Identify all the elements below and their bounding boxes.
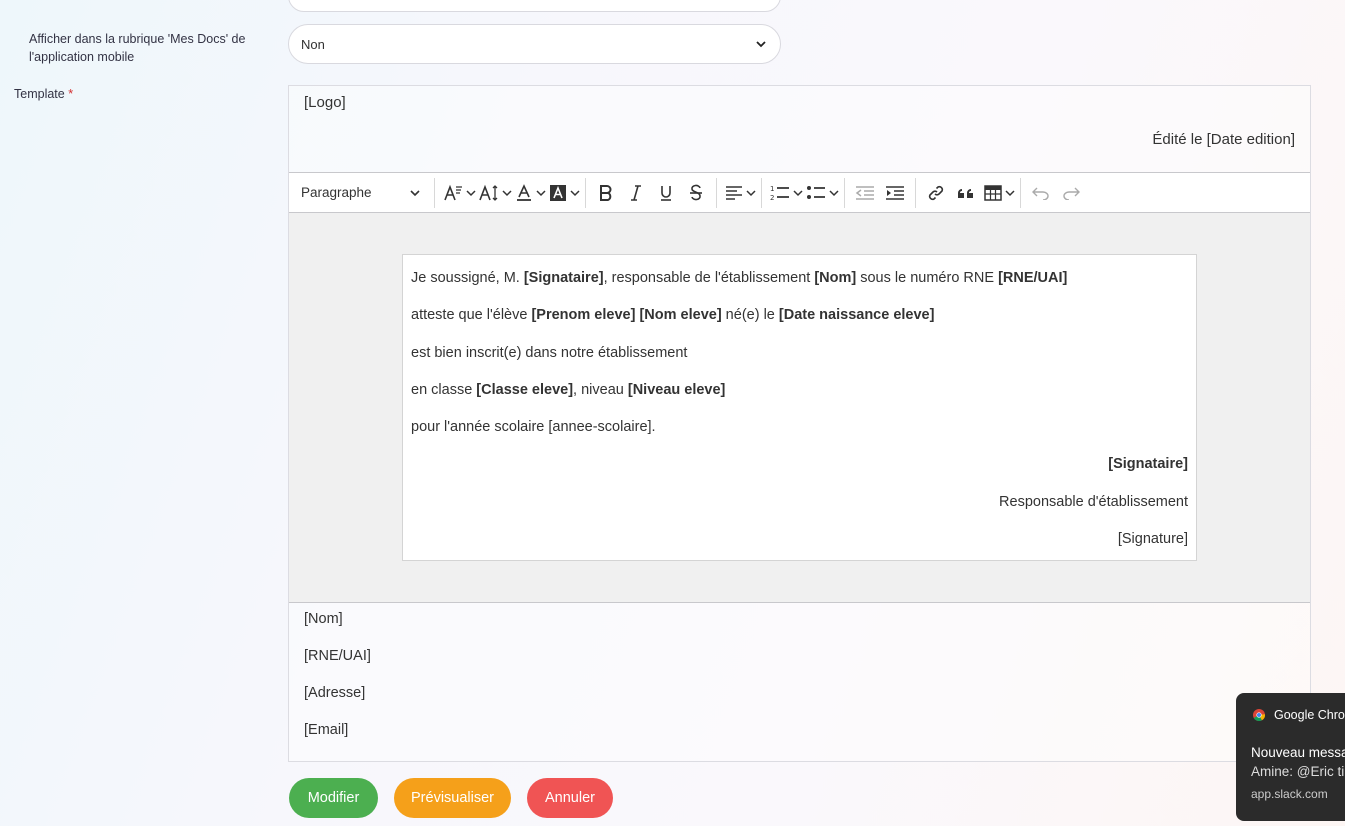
annuler-button[interactable]: Annuler <box>527 778 613 818</box>
template-label: Template * <box>14 87 284 101</box>
underline-button[interactable] <box>651 178 681 208</box>
body-line: en classe [Classe eleve], niveau [Niveau… <box>411 381 726 398</box>
footer-email: [Email] <box>304 722 349 738</box>
mobile-docs-value: Non <box>301 36 325 52</box>
underline-icon <box>661 185 671 201</box>
footer-adresse: [Adresse] <box>304 685 366 701</box>
align-icon <box>726 185 742 200</box>
chevron-down-icon <box>536 189 546 196</box>
header-logo-placeholder: [Logo] <box>304 94 346 111</box>
table-button[interactable] <box>981 178 1015 208</box>
strikethrough-icon <box>690 184 702 200</box>
chevron-down-icon <box>502 189 512 196</box>
undo-icon <box>1032 187 1049 200</box>
footer-nom: [Nom] <box>304 611 343 627</box>
text-height-button[interactable] <box>476 178 512 208</box>
chevron-down-icon <box>410 189 420 196</box>
notification-message: Amine: @Eric ti <box>1251 764 1345 779</box>
preview-button[interactable]: Prévisualiser <box>394 778 511 818</box>
font-color-button[interactable] <box>512 178 546 208</box>
chevron-down-icon <box>756 41 766 48</box>
editor-toolbar: Paragraphe 1 2 <box>289 172 1310 213</box>
numbered-list-icon: 12 <box>770 185 789 202</box>
template-header[interactable]: [Logo] Édité le [Date edition] <box>289 86 1310 172</box>
link-icon <box>928 185 944 200</box>
italic-icon <box>631 184 641 201</box>
outdent-icon <box>855 185 874 200</box>
background-color-icon <box>550 184 566 201</box>
body-line: est bien inscrit(e) dans notre établisse… <box>411 344 688 361</box>
body-line: Je soussigné, M. [Signataire], responsab… <box>411 270 1068 286</box>
notification-title: Nouveau message <box>1251 745 1345 760</box>
notification-app: Google Chrome <box>1274 708 1345 722</box>
indent-icon <box>886 185 904 200</box>
chevron-down-icon <box>466 189 476 196</box>
modifier-button[interactable]: Modifier <box>289 778 378 818</box>
chevron-down-icon <box>793 189 803 196</box>
font-size-button[interactable] <box>440 178 476 208</box>
required-mark: * <box>68 87 74 101</box>
paragraph-style-dropdown[interactable]: Paragraphe <box>295 178 429 208</box>
signataire-line: [Signataire] <box>1108 456 1188 473</box>
indent-button[interactable] <box>880 178 910 208</box>
chevron-down-icon <box>746 189 756 196</box>
chevron-down-icon <box>829 189 839 196</box>
quote-icon <box>958 188 973 198</box>
undo-button[interactable] <box>1026 178 1056 208</box>
chevron-down-icon <box>570 189 580 196</box>
quote-button[interactable] <box>951 178 981 208</box>
font-color-icon <box>517 183 531 201</box>
bold-button[interactable] <box>591 178 621 208</box>
font-size-icon <box>444 184 462 200</box>
footer-rne: [RNE/UAI] <box>304 648 371 664</box>
background-color-button[interactable] <box>546 178 580 208</box>
signature-line: [Signature] <box>1117 531 1188 548</box>
table-icon <box>984 184 1002 201</box>
bulleted-list-button[interactable] <box>803 178 839 208</box>
mobile-docs-select[interactable]: Non <box>288 24 781 64</box>
document-page[interactable]: Je soussigné, M. [Signataire], responsab… <box>402 254 1197 561</box>
mobile-docs-label: Afficher dans la rubrique 'Mes Docs' de … <box>29 32 246 64</box>
italic-button[interactable] <box>621 178 651 208</box>
template-label-text: Template <box>14 87 65 101</box>
document-area: Je soussigné, M. [Signataire], responsab… <box>289 213 1310 603</box>
role-line: Responsable d'établissement <box>999 493 1188 510</box>
previous-field[interactable] <box>288 0 781 12</box>
header-date-placeholder: Édité le [Date edition] <box>1152 131 1295 148</box>
redo-icon <box>1063 187 1080 200</box>
bold-icon <box>600 184 612 201</box>
align-button[interactable] <box>722 178 756 208</box>
numbered-list-button[interactable]: 12 <box>767 178 803 208</box>
body-line: pour l'année scolaire [annee-scolaire]. <box>411 419 656 436</box>
chrome-icon <box>1253 709 1265 721</box>
link-button[interactable] <box>921 178 951 208</box>
strikethrough-button[interactable] <box>681 178 711 208</box>
redo-button[interactable] <box>1056 178 1086 208</box>
svg-text:2: 2 <box>770 194 774 202</box>
chevron-down-icon <box>1005 189 1015 196</box>
template-footer[interactable]: [Nom] [RNE/UAI] [Adresse] [Email] <box>289 603 1310 757</box>
chrome-notification[interactable]: Google Chrome Nouveau message Amine: @Er… <box>1236 693 1345 821</box>
paragraph-style-value: Paragraphe <box>301 185 372 200</box>
text-height-icon <box>479 184 498 201</box>
body-line: atteste que l'élève [Prenom eleve] [Nom … <box>411 307 935 324</box>
template-editor: [Logo] Édité le [Date edition] Paragraph… <box>288 85 1311 762</box>
svg-text:1: 1 <box>770 185 774 193</box>
bulleted-list-icon <box>807 185 825 199</box>
outdent-button[interactable] <box>850 178 880 208</box>
notification-source: app.slack.com <box>1251 787 1328 801</box>
